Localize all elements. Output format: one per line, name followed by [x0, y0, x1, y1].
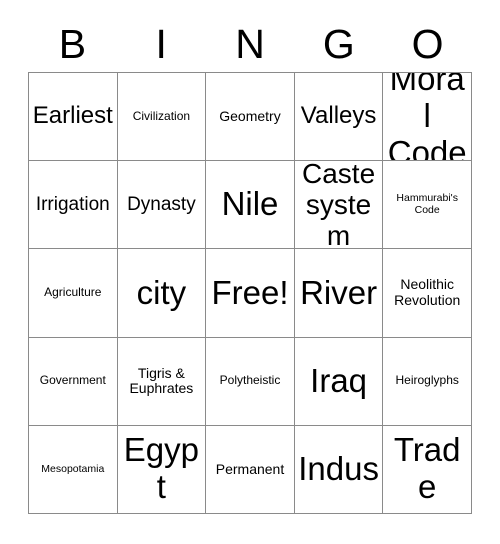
bingo-cell-label: Irrigation — [35, 194, 110, 216]
bingo-cell-label: Civilization — [132, 108, 191, 123]
bingo-header-letter-b: B — [58, 21, 87, 67]
bingo-cell-label: Permanent — [215, 460, 285, 477]
bingo-cell-i5[interactable]: Egypt — [117, 425, 207, 514]
bingo-cell-o2[interactable]: Hammurabi's Code — [383, 161, 472, 250]
bingo-cell-n5[interactable]: Permanent — [206, 425, 295, 514]
bingo-cell-i2[interactable]: Dynasty — [117, 161, 207, 250]
bingo-cell-i1[interactable]: Civilization — [117, 73, 207, 162]
bingo-cell-label: Trade — [393, 431, 461, 506]
bingo-cell-g2[interactable]: Caste system — [294, 161, 384, 250]
bingo-cell-b1[interactable]: Earliest — [29, 73, 118, 162]
bingo-cell-label: Caste system — [302, 161, 376, 250]
bingo-cell-label: Iraq — [310, 361, 368, 399]
bingo-cell-label: Free! — [211, 273, 289, 311]
bingo-cell-free-space[interactable]: Free! — [206, 249, 295, 338]
bingo-cell-b5[interactable]: Mesopotamia — [29, 425, 118, 514]
bingo-cell-label: Polytheistic — [219, 373, 281, 388]
bingo-header-row: B I N G O — [28, 16, 472, 72]
bingo-cell-label: Mesopotamia — [41, 462, 105, 475]
bingo-cell-label: Government — [39, 373, 106, 388]
bingo-header-letter-n: N — [235, 21, 265, 67]
bingo-cell-n4[interactable]: Polytheistic — [206, 337, 295, 426]
bingo-cell-label: Earliest — [32, 102, 113, 130]
bingo-cell-label: River — [300, 273, 378, 311]
bingo-cell-label: Dynasty — [127, 194, 196, 216]
bingo-cell-o3[interactable]: Neolithic Revolution — [383, 249, 472, 338]
bingo-cell-label: Hammurabi's Code — [396, 192, 458, 216]
bingo-grid: Earliest Civilization Geometry Valleys M… — [28, 72, 472, 514]
bingo-header-letter-i: I — [155, 21, 167, 67]
bingo-card: B I N G O Earliest Civilization Geometry… — [0, 0, 500, 544]
bingo-cell-g5[interactable]: Indus — [294, 425, 384, 514]
bingo-cell-g3[interactable]: River — [294, 249, 384, 338]
bingo-cell-b2[interactable]: Irrigation — [29, 161, 118, 250]
bingo-cell-label: Egypt — [123, 431, 199, 506]
bingo-cell-label: Heiroglyphs — [395, 373, 459, 388]
bingo-header-letter-o: O — [411, 21, 444, 67]
bingo-cell-i4[interactable]: Tigris & Euphrates — [117, 337, 207, 426]
bingo-cell-label: Moral Code — [387, 73, 467, 162]
bingo-cell-label: Tigris & Euphrates — [129, 364, 194, 397]
bingo-cell-label: Valleys — [300, 102, 377, 130]
bingo-cell-label: Nile — [221, 185, 279, 223]
bingo-cell-label: Geometry — [219, 107, 281, 124]
bingo-cell-label: Indus — [298, 449, 379, 487]
bingo-cell-b4[interactable]: Government — [29, 337, 118, 426]
bingo-cell-label: Agriculture — [44, 285, 102, 300]
bingo-cell-b3[interactable]: Agriculture — [29, 249, 118, 338]
bingo-header-letter-g: G — [322, 21, 355, 67]
bingo-cell-label: Neolithic Revolution — [394, 276, 461, 308]
bingo-cell-g4[interactable]: Iraq — [294, 337, 384, 426]
bingo-cell-o4[interactable]: Heiroglyphs — [383, 337, 472, 426]
bingo-cell-g1[interactable]: Valleys — [294, 73, 384, 162]
bingo-cell-n1[interactable]: Geometry — [206, 73, 295, 162]
bingo-cell-n2[interactable]: Nile — [206, 161, 295, 250]
bingo-cell-o1[interactable]: Moral Code — [383, 73, 472, 162]
bingo-cell-label: city — [136, 273, 187, 311]
bingo-cell-i3[interactable]: city — [117, 249, 207, 338]
bingo-cell-o5[interactable]: Trade — [383, 425, 472, 514]
